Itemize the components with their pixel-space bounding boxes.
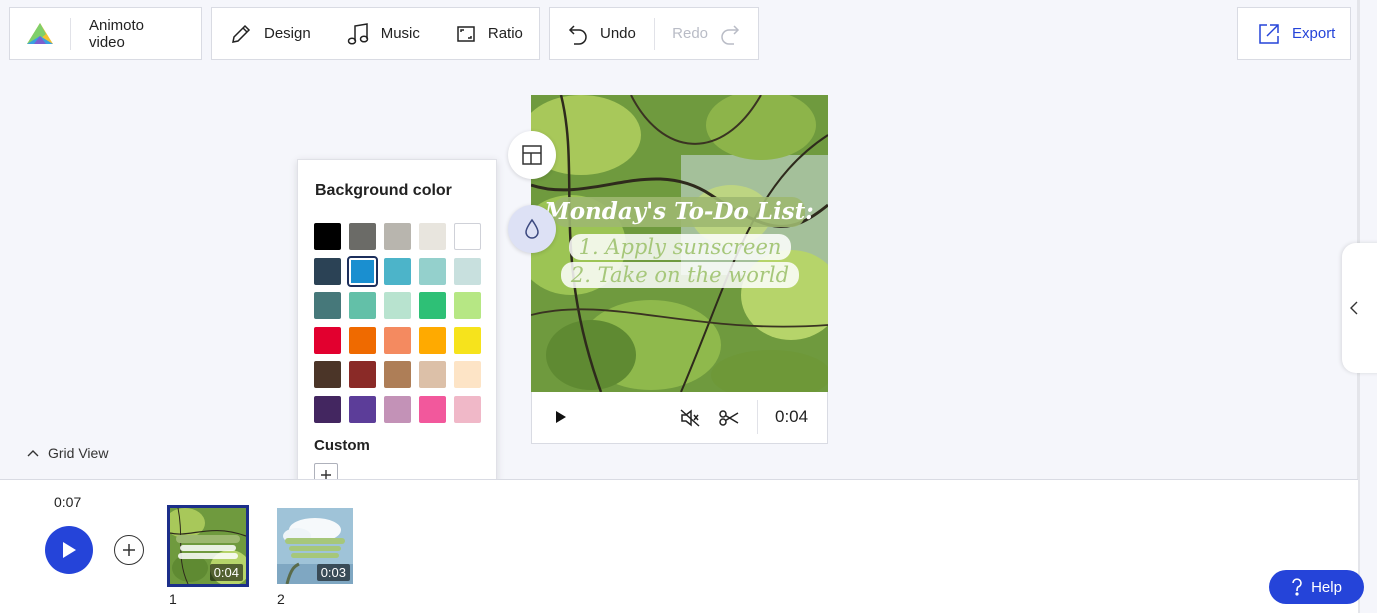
export-label: Export — [1292, 25, 1336, 42]
color-swatch[interactable] — [349, 326, 376, 354]
preview-item-1-text: 1. Apply sunscreen — [579, 235, 782, 259]
app-toolbar-group: Animoto video — [9, 7, 202, 60]
preview-item-2-text: 2. Take on the world — [570, 263, 789, 287]
color-swatch[interactable] — [314, 326, 341, 354]
export-icon — [1259, 23, 1279, 44]
total-duration: 0:07 — [54, 494, 82, 510]
play-icon[interactable] — [554, 409, 568, 425]
background-color-button[interactable] — [508, 205, 556, 253]
help-label: Help — [1311, 578, 1342, 596]
color-swatch[interactable] — [454, 361, 481, 388]
color-swatch[interactable] — [349, 223, 376, 250]
redo-button[interactable]: Redo — [654, 8, 758, 59]
color-swatch[interactable] — [419, 326, 446, 354]
color-swatch[interactable] — [419, 395, 446, 423]
layout-button[interactable] — [508, 131, 556, 179]
scene-2-number: 2 — [277, 591, 285, 607]
color-swatch[interactable] — [454, 257, 481, 285]
color-swatch[interactable] — [454, 223, 481, 250]
undo-icon — [568, 24, 587, 45]
color-swatch[interactable] — [349, 292, 376, 319]
scene-1-number: 1 — [169, 591, 177, 607]
chevron-left-icon — [1350, 301, 1358, 315]
scissors-icon[interactable] — [718, 408, 740, 428]
droplet-icon — [525, 218, 539, 239]
video-preview[interactable]: Monday's To-Do List: 1. Apply sunscreen … — [531, 95, 828, 392]
color-swatch[interactable] — [384, 257, 411, 285]
color-swatch[interactable] — [419, 361, 446, 388]
ratio-icon — [457, 25, 475, 42]
mute-icon[interactable] — [679, 408, 701, 428]
history-toolbar-group: Undo Redo — [549, 7, 759, 60]
scene-2-duration: 0:03 — [316, 564, 350, 581]
scene-duration: 0:04 — [775, 407, 809, 426]
undo-label: Undo — [600, 25, 636, 42]
color-swatch[interactable] — [384, 361, 411, 388]
color-swatch[interactable] — [347, 255, 378, 287]
timeline-panel: 0:07 0:04 1 0:03 2 — [0, 479, 1358, 613]
color-swatch[interactable] — [314, 257, 341, 285]
side-panel-toggle[interactable] — [1342, 243, 1377, 373]
preview-title-text: Monday's To-Do List: — [543, 198, 814, 225]
grid-view-label: Grid View — [48, 445, 109, 461]
export-button[interactable]: Export — [1238, 8, 1355, 59]
color-swatch[interactable] — [454, 326, 481, 354]
grid-view-toggle[interactable]: Grid View — [27, 445, 108, 461]
color-swatch[interactable] — [314, 223, 341, 250]
color-swatch[interactable] — [419, 257, 446, 285]
pencil-icon — [232, 24, 251, 43]
color-swatch[interactable] — [314, 361, 341, 388]
preview-image: Monday's To-Do List: 1. Apply sunscreen … — [531, 95, 828, 392]
question-mark-icon — [1292, 578, 1302, 596]
ratio-button[interactable]: Ratio — [438, 8, 541, 59]
music-button[interactable]: Music — [329, 8, 438, 59]
scene-thumbnail-2[interactable]: 0:03 — [277, 508, 353, 584]
color-swatch[interactable] — [419, 292, 446, 319]
color-swatch[interactable] — [349, 395, 376, 423]
color-swatch[interactable] — [454, 395, 481, 423]
project-name[interactable]: Animoto video — [71, 8, 201, 59]
video-controls-bar: 0:04 — [531, 392, 828, 444]
plus-icon — [123, 544, 135, 556]
ratio-label: Ratio — [487, 25, 523, 42]
scene-1-duration: 0:04 — [209, 564, 243, 581]
edit-toolbar-group: Design Music Ratio — [211, 7, 540, 60]
project-name-label: Animoto video — [88, 16, 145, 51]
help-button[interactable]: Help — [1269, 570, 1364, 604]
color-swatch[interactable] — [419, 223, 446, 250]
color-swatch[interactable] — [384, 395, 411, 423]
color-swatch[interactable] — [384, 223, 411, 250]
design-button[interactable]: Design — [212, 8, 329, 59]
color-swatch[interactable] — [384, 326, 411, 354]
background-color-popover: Background color Custom — [297, 159, 497, 510]
color-swatch[interactable] — [349, 361, 376, 388]
music-label: Music — [380, 25, 420, 42]
animoto-logo[interactable] — [10, 8, 70, 59]
color-swatch-grid — [314, 223, 481, 423]
play-video-button[interactable] — [45, 526, 93, 574]
popover-title: Background color — [315, 182, 452, 199]
play-icon — [63, 542, 76, 558]
controls-divider — [757, 400, 758, 434]
color-swatch[interactable] — [454, 292, 481, 319]
color-swatch[interactable] — [384, 292, 411, 319]
custom-color-label: Custom — [314, 437, 370, 454]
export-toolbar-group: Export — [1237, 7, 1351, 60]
redo-icon — [721, 24, 740, 45]
color-swatch[interactable] — [314, 395, 341, 423]
chevron-up-icon — [27, 450, 39, 457]
music-note-icon — [347, 22, 368, 45]
redo-label: Redo — [672, 25, 708, 42]
color-swatch[interactable] — [314, 292, 341, 319]
add-scene-button[interactable] — [114, 535, 144, 565]
undo-button[interactable]: Undo — [550, 8, 654, 59]
layout-icon — [522, 145, 542, 165]
design-label: Design — [264, 25, 311, 42]
scene-thumbnail-1[interactable]: 0:04 — [167, 505, 249, 587]
animoto-logo-icon — [27, 22, 53, 44]
